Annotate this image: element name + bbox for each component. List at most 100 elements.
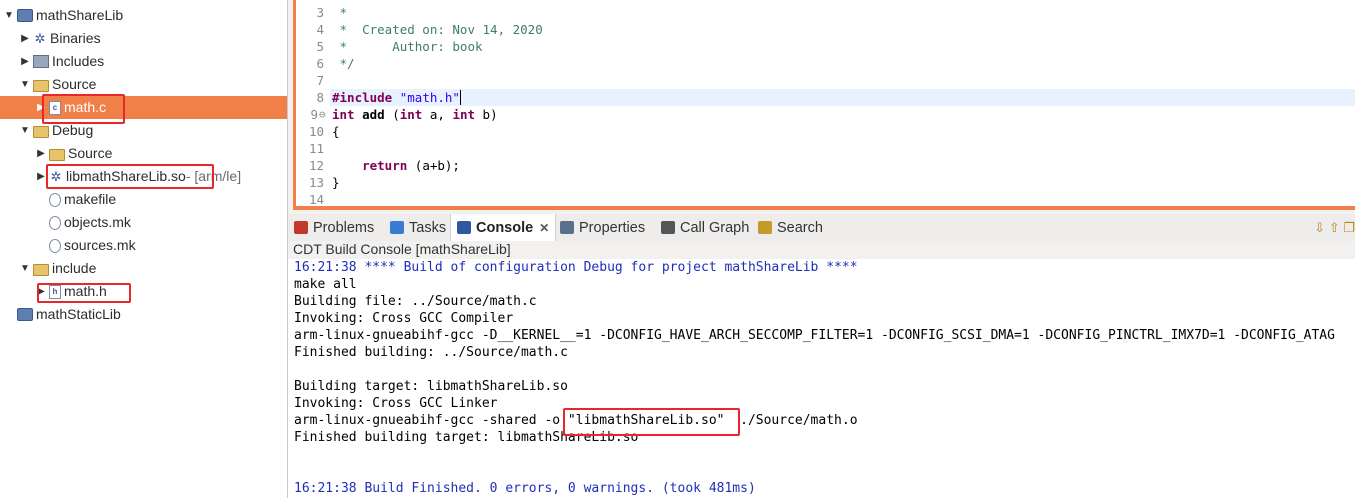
makefile-icon bbox=[49, 192, 61, 207]
tasks-icon bbox=[390, 221, 404, 234]
includes-icon bbox=[33, 55, 49, 68]
tree-item-mathsharelib[interactable]: ▼ mathShareLib bbox=[4, 4, 123, 27]
tree-item-label: libmathShareLib.so bbox=[66, 168, 186, 184]
console-icon bbox=[457, 221, 471, 234]
folder-icon bbox=[33, 79, 49, 92]
include-directive: #include bbox=[332, 90, 393, 105]
code-line: int add (int a, int b) bbox=[332, 107, 498, 122]
tab-properties[interactable]: Properties bbox=[560, 214, 645, 241]
tree-item-include[interactable]: ▼ include bbox=[20, 257, 96, 280]
console-line: Invoking: Cross GCC Compiler bbox=[294, 311, 514, 326]
line-number: 4 bbox=[316, 22, 324, 37]
tree-item-source[interactable]: ▼ Source bbox=[20, 73, 96, 96]
scroll-up-icon[interactable]: ⇧ bbox=[1329, 220, 1340, 235]
view-tab-bar: Problems Tasks Console ✕ Properties Call… bbox=[288, 214, 1355, 242]
expand-arrow-icon[interactable]: ▶ bbox=[36, 96, 46, 119]
line-number: 13 bbox=[308, 175, 324, 190]
code-line: } bbox=[332, 175, 340, 190]
tree-item-label: Source bbox=[68, 145, 113, 161]
tab-call-graph[interactable]: Call Graph bbox=[661, 214, 749, 241]
code-line: #include "math.h" bbox=[332, 89, 461, 106]
tree-item-label: objects.mk bbox=[64, 214, 131, 230]
console-output[interactable]: 16:21:38 **** Build of configuration Deb… bbox=[288, 259, 1355, 498]
code-line: { bbox=[332, 124, 340, 139]
tree-item-label: Binaries bbox=[50, 30, 101, 46]
code-line: return (a+b); bbox=[362, 158, 460, 173]
tree-item-objects-mk[interactable]: objects.mk bbox=[36, 211, 131, 234]
tab-tasks[interactable]: Tasks bbox=[390, 214, 446, 241]
expand-arrow-icon[interactable]: ▶ bbox=[20, 27, 30, 50]
tree-item-label: mathStaticLib bbox=[36, 306, 121, 322]
tree-item-label: math.h bbox=[64, 283, 107, 299]
shared-lib-icon: ✲ bbox=[50, 168, 62, 184]
folder-icon bbox=[49, 148, 65, 161]
console-title: CDT Build Console [mathShareLib] bbox=[288, 241, 1355, 259]
makefile-icon bbox=[49, 238, 61, 253]
console-line: Building target: libmathShareLib.so bbox=[294, 379, 568, 394]
tree-item-math-c[interactable]: ▶ c math.c bbox=[0, 96, 287, 119]
tree-item-label: makefile bbox=[64, 191, 117, 207]
current-line-highlight bbox=[329, 89, 1355, 106]
tree-item-sources-mk[interactable]: sources.mk bbox=[36, 234, 136, 257]
expand-arrow-icon[interactable]: ▶ bbox=[20, 50, 30, 73]
expand-arrow-icon[interactable]: ▼ bbox=[20, 257, 30, 280]
console-line: Finished building target: libmathShareLi… bbox=[294, 430, 639, 445]
console-line: 16:21:38 **** Build of configuration Deb… bbox=[294, 260, 858, 275]
line-number: 11 bbox=[308, 141, 324, 156]
makefile-icon bbox=[49, 215, 61, 230]
tab-label: Console bbox=[476, 219, 534, 236]
problems-icon bbox=[294, 221, 308, 234]
tree-item-label: Source bbox=[52, 76, 97, 92]
tree-item-includes[interactable]: ▶ Includes bbox=[20, 50, 104, 73]
expand-arrow-icon[interactable]: ▶ bbox=[36, 165, 46, 188]
code-editor[interactable]: 3 4 5 6 7 8 9 ⊖ 10 11 12 13 14 * * Creat… bbox=[293, 0, 1355, 210]
tree-item-makefile[interactable]: makefile bbox=[36, 188, 116, 211]
tree-item-math-h[interactable]: ▶ h math.h bbox=[36, 280, 107, 303]
h-file-icon: h bbox=[49, 284, 61, 299]
tree-item-label: mathShareLib bbox=[36, 7, 124, 23]
tree-item-libmathsharelib-so[interactable]: ▶ ✲ libmathShareLib.so - [arm/le] bbox=[36, 165, 241, 188]
line-number: 10 bbox=[308, 124, 324, 139]
line-number: 5 bbox=[316, 39, 324, 54]
close-icon[interactable]: ✕ bbox=[539, 214, 549, 242]
expand-arrow-icon[interactable]: ▶ bbox=[36, 142, 46, 165]
copy-icon[interactable]: ❐ bbox=[1343, 220, 1355, 235]
console-line: arm-linux-gnueabihf-gcc -shared -o "libm… bbox=[294, 413, 858, 428]
tree-item-suffix: - [arm/le] bbox=[185, 168, 242, 184]
code-line: * Author: book bbox=[332, 39, 483, 54]
line-number: 9 bbox=[310, 107, 318, 122]
tab-console[interactable]: Console ✕ bbox=[450, 214, 557, 242]
tab-label: Call Graph bbox=[680, 219, 750, 236]
folder-icon bbox=[33, 125, 49, 138]
search-icon bbox=[758, 221, 772, 234]
tree-item-debug[interactable]: ▼ Debug bbox=[20, 119, 93, 142]
tree-item-mathstaticlib[interactable]: mathStaticLib bbox=[4, 303, 121, 326]
expand-arrow-icon[interactable]: ▼ bbox=[4, 4, 14, 27]
line-number: 8 bbox=[316, 90, 324, 105]
expand-arrow-icon[interactable]: ▼ bbox=[20, 119, 30, 142]
tree-item-binaries[interactable]: ▶ ✲ Binaries bbox=[20, 27, 101, 50]
project-icon bbox=[17, 308, 33, 321]
tree-item-debug-source[interactable]: ▶ Source bbox=[36, 142, 112, 165]
scroll-down-icon[interactable]: ⇩ bbox=[1314, 220, 1325, 235]
expand-arrow-icon[interactable]: ▶ bbox=[36, 280, 46, 303]
project-icon bbox=[17, 9, 33, 22]
folder-icon bbox=[33, 263, 49, 276]
tab-problems[interactable]: Problems bbox=[294, 214, 374, 241]
tree-item-label: Includes bbox=[52, 53, 105, 69]
text-cursor bbox=[459, 90, 461, 105]
line-number: 14 bbox=[308, 192, 324, 207]
line-number: 6 bbox=[316, 56, 324, 71]
line-number-gutter: 3 4 5 6 7 8 9 ⊖ 10 11 12 13 14 bbox=[296, 0, 330, 207]
binaries-icon: ✲ bbox=[34, 30, 46, 46]
expand-arrow-icon[interactable]: ▼ bbox=[20, 73, 30, 96]
view-toolbar: ⇩ ⇧ ❐ bbox=[1314, 214, 1355, 241]
tab-label: Problems bbox=[313, 219, 375, 236]
tree-item-label: include bbox=[52, 260, 97, 276]
tree-item-label: math.c bbox=[64, 99, 107, 115]
fold-icon[interactable]: ⊖ bbox=[319, 106, 329, 123]
console-line: Invoking: Cross GCC Linker bbox=[294, 396, 498, 411]
tab-search[interactable]: Search bbox=[758, 214, 823, 241]
console-line: 16:21:38 Build Finished. 0 errors, 0 war… bbox=[294, 481, 756, 496]
tree-item-label: sources.mk bbox=[64, 237, 136, 253]
